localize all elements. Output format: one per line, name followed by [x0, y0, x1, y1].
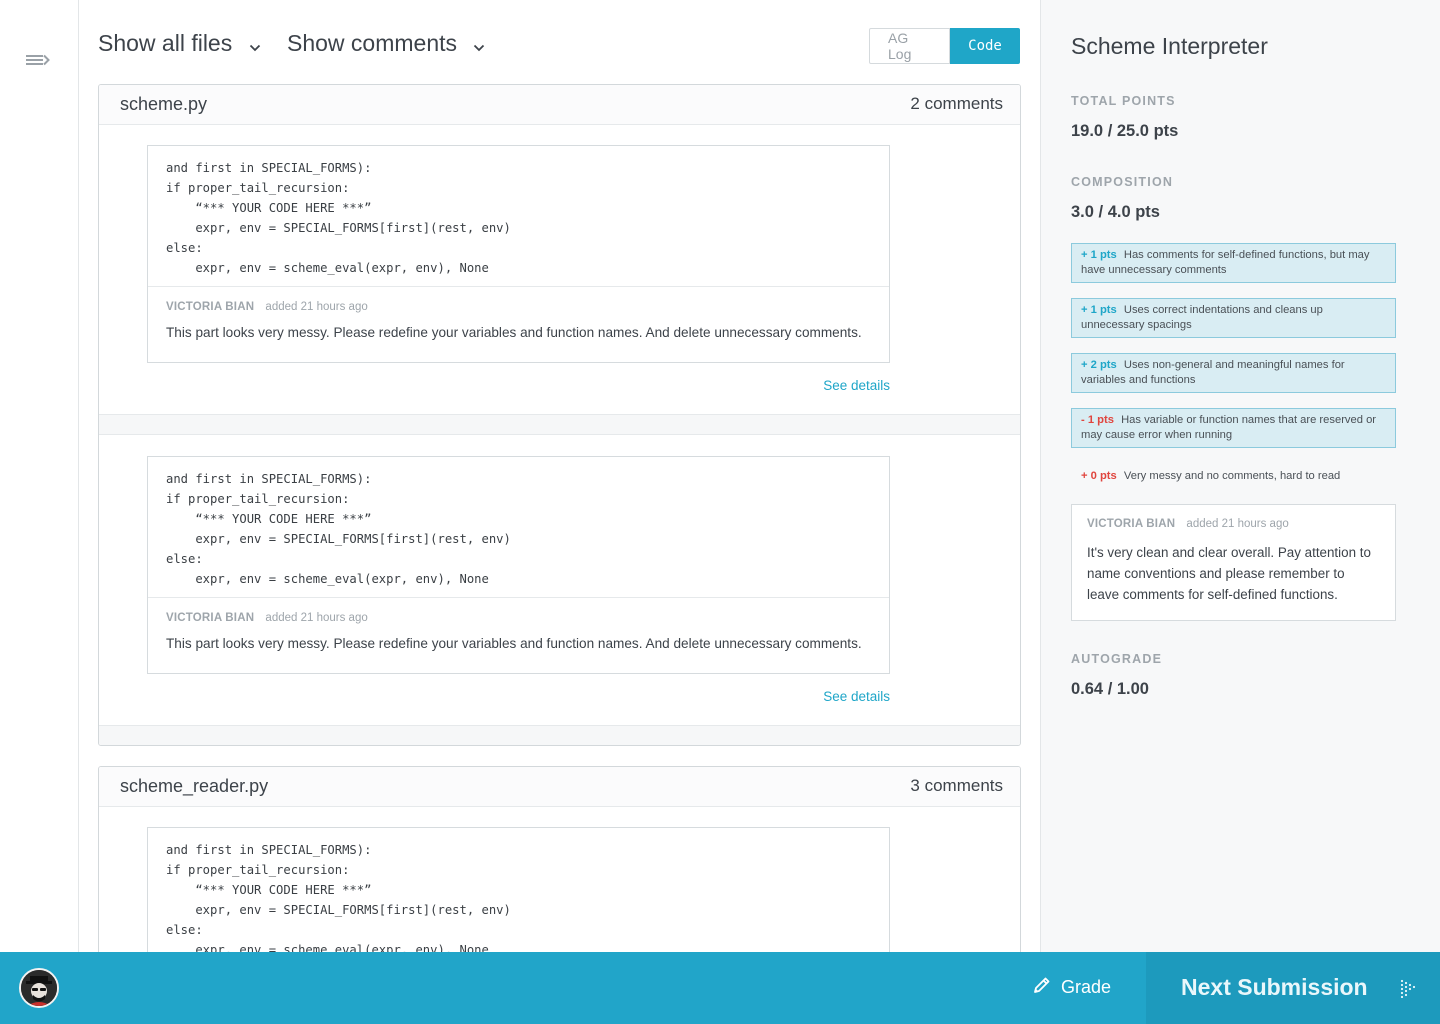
file-name: scheme_reader.py: [120, 776, 269, 796]
comment-author: VICTORIA BIAN: [166, 301, 255, 313]
rubric-item[interactable]: + 0 pts Very messy and no comments, hard…: [1071, 464, 1396, 488]
code-snippet: and first in SPECIAL_FORMS): if proper_t…: [147, 456, 890, 674]
comment-meta: VICTORIA BIAN added 21 hours ago: [166, 612, 871, 624]
left-rail: [0, 0, 79, 952]
inline-comment: VICTORIA BIAN added 21 hours ago This pa…: [148, 597, 889, 663]
view-toggle: AG Log Code: [869, 28, 1020, 64]
grade-button[interactable]: Grade: [1032, 975, 1111, 1000]
show-files-dropdown[interactable]: Show all files: [98, 30, 261, 58]
code-block: and first in SPECIAL_FORMS): if proper_t…: [166, 161, 511, 275]
rubric-points: - 1 pts: [1081, 414, 1114, 426]
code-block: and first in SPECIAL_FORMS): if proper_t…: [166, 472, 511, 586]
total-points-value: 19.0 / 25.0 pts: [1071, 122, 1179, 140]
composition-value: 3.0 / 4.0 pts: [1071, 203, 1160, 221]
rubric-text: Uses correct indentations and cleans up …: [1081, 304, 1323, 331]
comment-author: VICTORIA BIAN: [1087, 518, 1176, 530]
comment-text: It's very clean and clear overall. Pay a…: [1087, 545, 1371, 602]
comment-meta: VICTORIA BIAN added 21 hours ago: [1087, 518, 1380, 530]
comment-time: added 21 hours ago: [265, 301, 368, 313]
rubric-item[interactable]: - 1 pts Has variable or function names t…: [1071, 408, 1396, 448]
grading-panel: Scheme Interpreter TOTAL POINTS 19.0 / 2…: [1040, 0, 1440, 952]
main-content: Show all files Show comments AG Log Code…: [79, 0, 1040, 952]
rubric-item[interactable]: + 1 pts Uses correct indentations and cl…: [1071, 298, 1396, 338]
comment-time: added 21 hours ago: [1186, 518, 1289, 530]
file-panel-scheme-reader: scheme_reader.py 3 comments and first in…: [98, 766, 1021, 952]
rubric-item[interactable]: + 2 pts Uses non-general and meaningful …: [1071, 353, 1396, 393]
next-submission-button[interactable]: Next Submission: [1146, 952, 1440, 1024]
comment-count: 2 comments: [910, 94, 1003, 113]
comment-meta: VICTORIA BIAN added 21 hours ago: [166, 301, 871, 313]
comment-text: This part looks very messy. Please redef…: [166, 325, 862, 340]
file-name: scheme.py: [120, 94, 208, 114]
chevron-down-icon: [473, 31, 485, 58]
pencil-icon: [1032, 975, 1061, 1000]
toolbar: Show all files Show comments AG Log Code: [98, 26, 1020, 66]
snippet-divider: [99, 414, 1020, 435]
grade-label: Grade: [1061, 977, 1112, 997]
next-submission-label: Next Submission: [1181, 974, 1368, 1000]
rubric-points: + 0 pts: [1081, 470, 1117, 482]
next-arrow-icon: [1398, 978, 1418, 1003]
show-files-label: Show all files: [98, 30, 233, 56]
overall-comment: VICTORIA BIAN added 21 hours ago It's ve…: [1071, 504, 1396, 621]
rubric-points: + 1 pts: [1081, 249, 1117, 261]
rubric-text: Has comments for self-defined functions,…: [1081, 249, 1370, 276]
rubric-item[interactable]: + 1 pts Has comments for self-defined fu…: [1071, 243, 1396, 283]
ag-log-button[interactable]: AG Log: [869, 28, 950, 64]
see-details-link[interactable]: See details: [823, 689, 890, 704]
autograde-value: 0.64 / 1.00: [1071, 680, 1149, 698]
rubric-text: Very messy and no comments, hard to read: [1123, 470, 1341, 482]
snippet-divider: [99, 725, 1020, 745]
show-comments-dropdown[interactable]: Show comments: [287, 30, 485, 58]
see-details-link[interactable]: See details: [823, 378, 890, 393]
file-panel-scheme: scheme.py 2 comments and first in SPECIA…: [98, 84, 1021, 746]
rubric-text: Uses non-general and meaningful names fo…: [1081, 359, 1345, 386]
autograde-label: AUTOGRADE: [1071, 652, 1163, 666]
comment-author: VICTORIA BIAN: [166, 612, 255, 624]
comment-text: This part looks very messy. Please redef…: [166, 636, 862, 651]
code-button[interactable]: Code: [950, 28, 1020, 64]
show-comments-label: Show comments: [287, 30, 458, 56]
sidebar-toggle-icon[interactable]: [24, 50, 52, 70]
rubric-points: + 2 pts: [1081, 359, 1117, 371]
avatar[interactable]: [19, 968, 59, 1008]
composition-label: COMPOSITION: [1071, 175, 1174, 189]
total-points-label: TOTAL POINTS: [1071, 94, 1176, 108]
comment-count: 3 comments: [910, 776, 1003, 795]
assignment-title: Scheme Interpreter: [1071, 33, 1268, 59]
chevron-down-icon: [249, 31, 261, 58]
file-header[interactable]: scheme_reader.py 3 comments: [99, 767, 1020, 807]
code-snippet: and first in SPECIAL_FORMS): if proper_t…: [147, 145, 890, 363]
comment-time: added 21 hours ago: [265, 612, 368, 624]
code-block: and first in SPECIAL_FORMS): if proper_t…: [166, 843, 511, 952]
bottom-bar: Grade Next Submission: [0, 952, 1440, 1024]
inline-comment: VICTORIA BIAN added 21 hours ago This pa…: [148, 286, 889, 352]
rubric-points: + 1 pts: [1081, 304, 1117, 316]
rubric-text: Has variable or function names that are …: [1081, 414, 1377, 441]
file-header[interactable]: scheme.py 2 comments: [99, 85, 1020, 125]
code-snippet: and first in SPECIAL_FORMS): if proper_t…: [147, 827, 890, 952]
